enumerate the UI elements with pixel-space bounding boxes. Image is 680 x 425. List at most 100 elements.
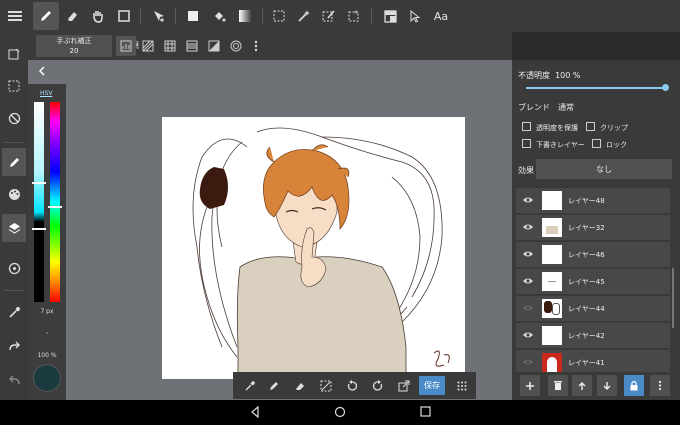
recents-icon[interactable] [420, 406, 431, 420]
layer-opacity-slider[interactable] [526, 87, 666, 89]
ruler-perspective-icon[interactable] [204, 36, 224, 56]
artwork-illustration [192, 127, 450, 379]
stabilizer-button[interactable]: 手ぶれ補正 20 [36, 35, 112, 57]
layer-row[interactable]: レイヤー45 [516, 269, 670, 294]
layer-row[interactable]: レイヤー48 [516, 188, 670, 213]
bucket-icon[interactable] [206, 2, 232, 30]
save-button[interactable]: 保存 [419, 376, 445, 395]
lock-checkbox[interactable] [592, 139, 601, 148]
rect-icon[interactable] [111, 2, 137, 30]
more-vert-icon[interactable] [246, 36, 266, 56]
pen-icon[interactable] [263, 375, 285, 396]
visibility-eye-icon[interactable] [522, 330, 534, 340]
stabilizer-value: 20 [69, 47, 79, 55]
selection-icon[interactable] [2, 72, 26, 100]
layer-panel: 不透明度 100 % ブレンド 通常 透明度を保護 クリップ 下書きレイヤー ロ… [512, 60, 680, 400]
current-color-swatch[interactable] [33, 364, 61, 392]
toolbar-divider [262, 8, 263, 24]
draft-layer-checkbox[interactable] [522, 139, 531, 148]
layers-icon[interactable] [2, 214, 26, 242]
brush-panel-icon[interactable] [2, 148, 26, 176]
move-icon[interactable] [146, 2, 172, 30]
redo-icon[interactable] [2, 332, 26, 360]
fill-rect-icon[interactable] [180, 2, 206, 30]
visibility-eye-icon[interactable] [522, 357, 534, 367]
layer-opacity-knob[interactable] [662, 84, 669, 91]
rotate-right-icon[interactable] [367, 375, 389, 396]
rotate-left-icon[interactable] [341, 375, 363, 396]
undo-icon[interactable] [2, 366, 26, 394]
grid-menu-icon[interactable] [451, 375, 473, 396]
draft-layer-label: 下書きレイヤー [536, 141, 585, 149]
menu-icon[interactable] [2, 2, 28, 30]
hue-marker[interactable] [48, 206, 62, 208]
transform-select-icon[interactable] [342, 2, 368, 30]
hsv-mode-label[interactable]: HSV [40, 90, 52, 97]
select-rect-icon[interactable] [266, 2, 292, 30]
eraser-icon[interactable] [289, 375, 311, 396]
layer-row[interactable]: レイヤー32 [516, 215, 670, 240]
visibility-eye-icon[interactable] [522, 222, 534, 232]
color-palette-icon[interactable] [2, 180, 26, 208]
hand-icon[interactable] [85, 2, 111, 30]
material-icon[interactable] [2, 254, 26, 282]
layer-action-bar [512, 372, 680, 400]
ruler-off-icon[interactable] [116, 36, 136, 56]
back-icon[interactable] [250, 405, 260, 421]
sidebar-divider [4, 290, 24, 291]
hue-slider[interactable] [50, 102, 60, 302]
protect-alpha-label: 透明度を保護 [536, 124, 578, 132]
visibility-eye-icon[interactable] [522, 195, 534, 205]
clip-label: クリップ [600, 124, 628, 132]
home-icon[interactable] [334, 406, 346, 421]
layer-row[interactable]: レイヤー44 [516, 296, 670, 321]
layer-thumbnail [542, 245, 562, 264]
gradient-icon[interactable] [232, 2, 258, 30]
saturation-value-slider[interactable] [34, 102, 44, 302]
move-layer-up-icon[interactable] [572, 375, 592, 396]
deselect-icon[interactable] [315, 375, 337, 396]
collapse-panel-icon[interactable] [38, 66, 46, 79]
toolbar-divider [371, 8, 372, 24]
layer-thumbnail [542, 272, 562, 291]
pointer-icon[interactable] [402, 2, 428, 30]
move-layer-down-icon[interactable] [597, 375, 617, 396]
sidebar-divider [4, 142, 24, 143]
clip-checkbox[interactable] [586, 122, 595, 131]
ruler-circle-icon[interactable] [226, 36, 246, 56]
select-pen-icon[interactable] [316, 2, 342, 30]
magic-wand-icon[interactable] [291, 2, 317, 30]
color-panel: HSV 7 px 100 % [28, 84, 66, 400]
eraser-icon[interactable] [59, 2, 85, 30]
eyedropper-icon[interactable] [2, 298, 26, 326]
export-icon[interactable] [393, 375, 415, 396]
system-nav-bar [0, 400, 680, 425]
lock-layer-icon[interactable] [624, 375, 644, 396]
blend-mode-select[interactable]: 通常 [558, 102, 574, 113]
layer-list-scrollbar[interactable] [672, 268, 674, 328]
sv-marker-2[interactable] [32, 228, 46, 230]
layer-name: レイヤー48 [568, 197, 605, 205]
stabilizer-label: 手ぶれ補正 [56, 37, 92, 45]
pen-icon[interactable] [33, 2, 59, 30]
effect-button[interactable]: なし [536, 159, 672, 179]
layout-icon[interactable] [377, 2, 403, 30]
no-snap-icon[interactable] [2, 104, 26, 132]
eyedropper-icon[interactable] [239, 375, 261, 396]
layer-row[interactable]: レイヤー42 [516, 323, 670, 348]
protect-alpha-checkbox[interactable] [522, 122, 531, 131]
delete-layer-icon[interactable] [548, 375, 568, 396]
visibility-eye-icon[interactable] [522, 303, 534, 313]
layer-more-icon[interactable] [650, 375, 670, 396]
add-layer-icon[interactable] [520, 375, 540, 396]
sv-marker[interactable] [32, 182, 46, 184]
ruler-lines-icon[interactable] [182, 36, 202, 56]
ruler-parallel-icon[interactable] [138, 36, 158, 56]
text-icon[interactable]: Aa [428, 2, 454, 30]
ruler-grid-icon[interactable] [160, 36, 180, 56]
new-canvas-icon[interactable] [2, 40, 26, 68]
layer-row[interactable]: レイヤー46 [516, 242, 670, 267]
drawing-canvas[interactable] [162, 117, 465, 379]
visibility-eye-icon[interactable] [522, 249, 534, 259]
visibility-eye-icon[interactable] [522, 276, 534, 286]
